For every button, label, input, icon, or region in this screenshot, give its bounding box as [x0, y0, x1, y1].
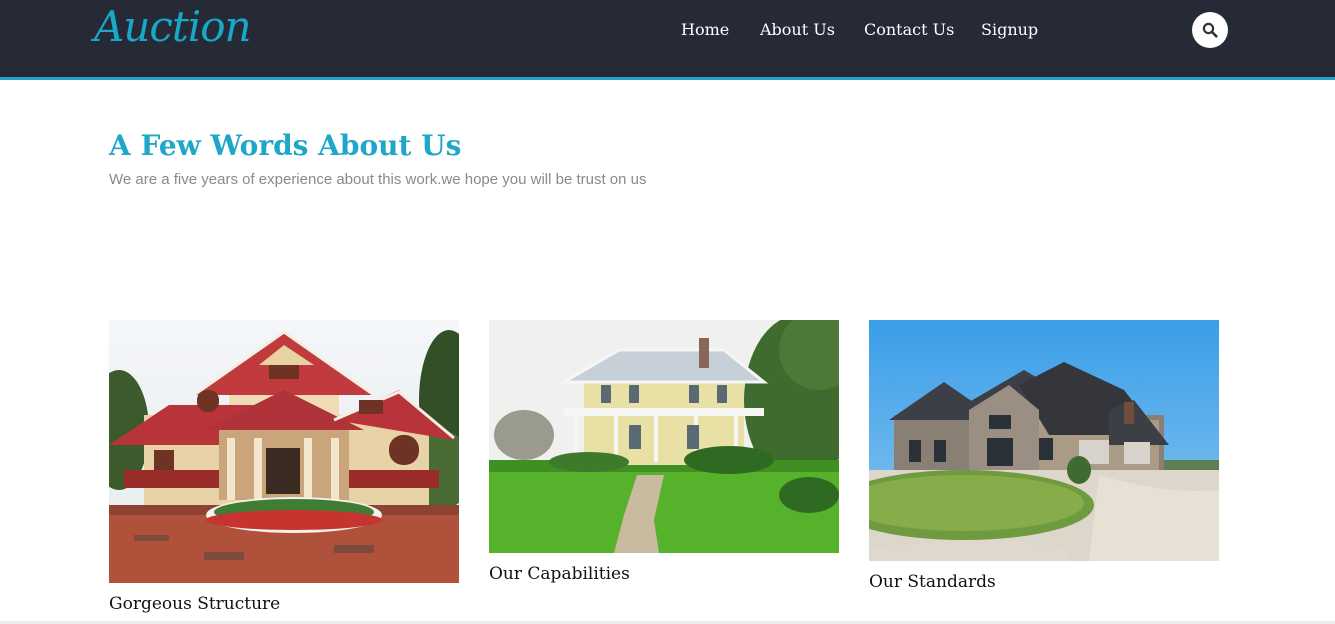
main-nav: Home About Us Contact Us Signup: [0, 18, 1335, 42]
about-text: We are a five years of experience about …: [109, 171, 647, 188]
nav-about-us[interactable]: About Us: [760, 18, 835, 42]
search-button[interactable]: [1192, 12, 1228, 48]
nav-contact-us[interactable]: Contact Us: [864, 18, 954, 42]
nav-home[interactable]: Home: [681, 18, 729, 42]
about-heading: A Few Words About Us: [109, 129, 462, 162]
card-caption-gorgeous-structure: Gorgeous Structure: [109, 594, 281, 614]
card-caption-our-capabilities: Our Capabilities: [489, 564, 630, 584]
yellow-colonial-house-photo: [489, 320, 839, 553]
nav-signup[interactable]: Signup: [981, 18, 1038, 42]
stone-house-photo: [869, 320, 1219, 561]
site-header: Auction Home About Us Contact Us Signup: [0, 0, 1335, 80]
red-roof-house-photo: [109, 320, 459, 583]
search-icon: [1202, 22, 1218, 38]
card-caption-our-standards: Our Standards: [869, 572, 996, 592]
